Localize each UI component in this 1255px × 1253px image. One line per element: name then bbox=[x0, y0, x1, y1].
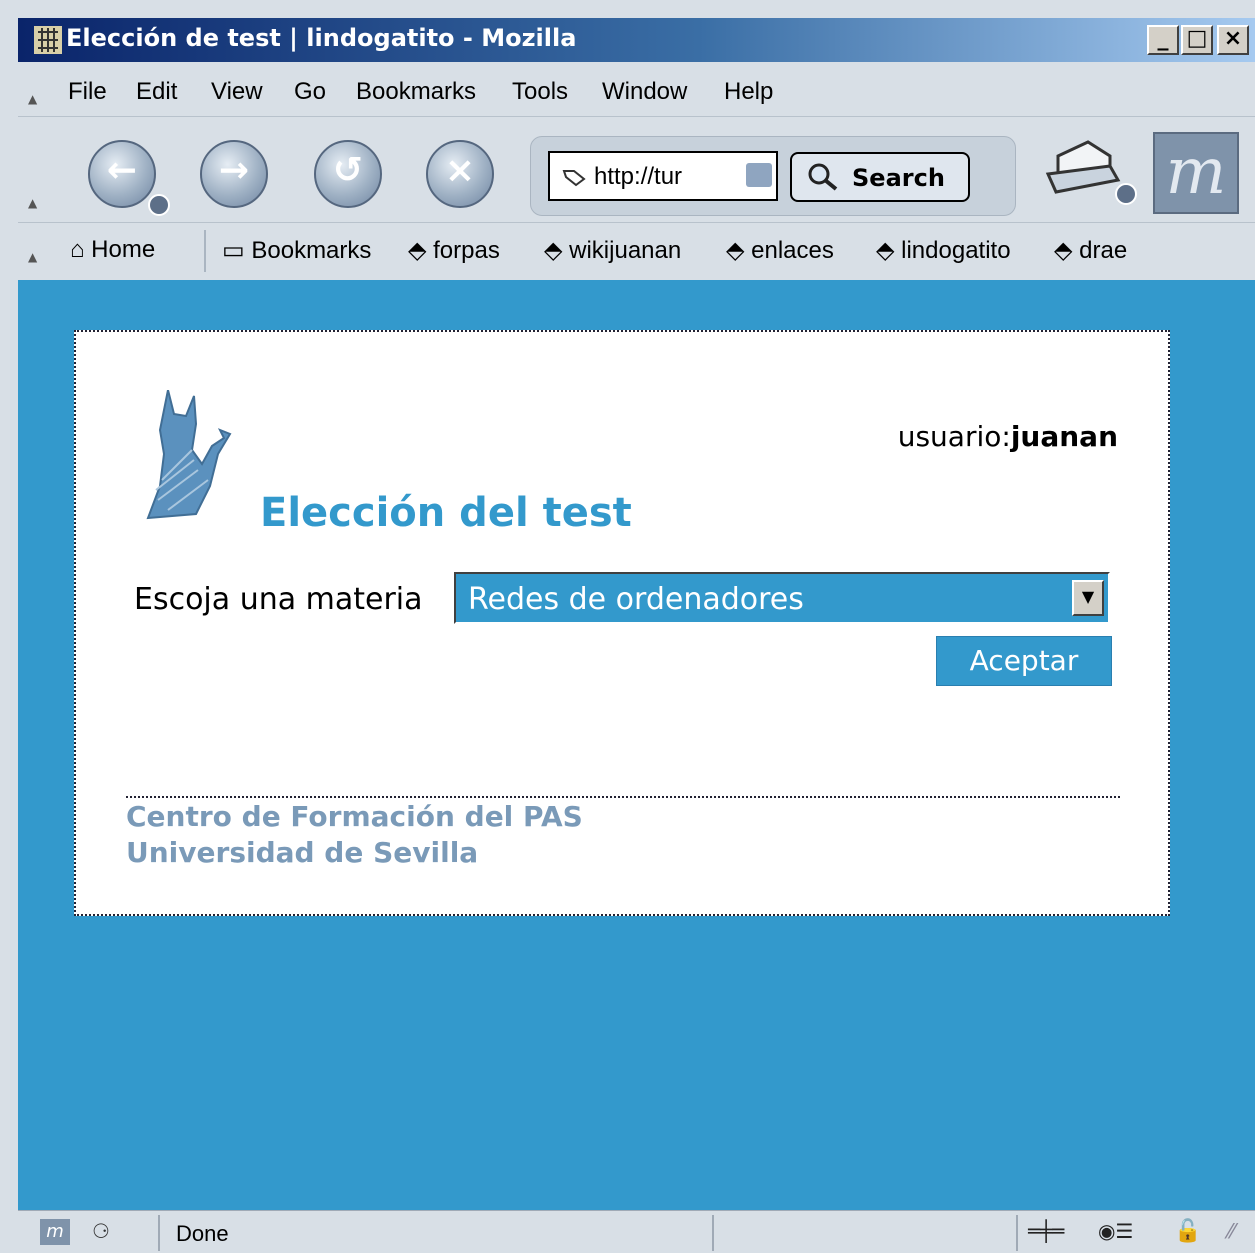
chevron-down-icon[interactable]: ▼ bbox=[1072, 580, 1104, 616]
bookmark-label: enlaces bbox=[751, 237, 834, 264]
back-arrow-icon: ← bbox=[106, 150, 138, 191]
magnifier-icon bbox=[808, 163, 838, 191]
menu-view[interactable]: View bbox=[211, 78, 263, 106]
subject-label: Escoja una materia bbox=[134, 582, 423, 617]
url-input[interactable]: http://tur bbox=[548, 151, 778, 201]
security-lock-icon[interactable]: 🔓 bbox=[1174, 1219, 1214, 1245]
test-selection-card: usuario:juanan Elección del test Escoja … bbox=[74, 330, 1170, 916]
toolbar-separator bbox=[204, 230, 206, 272]
personal-toolbar: ▲ ⌂ Home ▭ Bookmarks ⬘ forpas ⬘ wikijuan… bbox=[18, 224, 1255, 278]
bookmark-tag-icon bbox=[562, 170, 586, 187]
accept-button[interactable]: Aceptar bbox=[936, 636, 1112, 686]
forward-button[interactable]: → bbox=[200, 140, 268, 208]
browser-window: Elección de test | lindogatito - Mozilla… bbox=[0, 0, 1255, 1253]
url-text: http://tur bbox=[594, 163, 683, 190]
stop-button[interactable]: × bbox=[426, 140, 494, 208]
bookmark-tag-icon: ⬘ bbox=[408, 237, 427, 264]
search-button[interactable]: Search bbox=[790, 152, 970, 202]
status-text: Done bbox=[176, 1221, 229, 1246]
search-label: Search bbox=[852, 164, 945, 192]
bookmark-tag-icon: ⬘ bbox=[876, 237, 895, 264]
menu-go[interactable]: Go bbox=[294, 78, 326, 106]
status-separator bbox=[1016, 1215, 1018, 1251]
component-bar-icon[interactable]: ⚆ bbox=[92, 1219, 132, 1245]
bookmark-tag-icon: ⬘ bbox=[726, 237, 745, 264]
home-icon: ⌂ bbox=[70, 236, 85, 263]
page-content: usuario:juanan Elección del test Escoja … bbox=[18, 280, 1255, 1210]
menu-tools[interactable]: Tools bbox=[512, 78, 568, 106]
bookmark-label: forpas bbox=[433, 237, 500, 264]
subject-select[interactable]: Redes de ordenadores ▼ bbox=[454, 572, 1110, 624]
bookmark-wikijuanan[interactable]: ⬘ wikijuanan bbox=[544, 236, 681, 265]
back-button[interactable]: ← bbox=[88, 140, 156, 208]
home-button[interactable]: ⌂ Home bbox=[70, 236, 155, 264]
mozilla-throbber-icon[interactable]: m bbox=[1153, 132, 1239, 214]
navigation-toolbar: ▲ ← → ↺ × http://tur Search m bbox=[18, 118, 1255, 223]
cat-logo-icon bbox=[146, 390, 232, 520]
status-bar: m ⚆ Done ═╪═ ◉☰ 🔓 ⁄⁄ bbox=[18, 1210, 1255, 1253]
privacy-eye-icon[interactable]: ◉☰ bbox=[1098, 1219, 1148, 1245]
folder-icon: ▭ bbox=[222, 237, 245, 264]
menu-window[interactable]: Window bbox=[602, 78, 687, 106]
url-dropdown-icon[interactable] bbox=[746, 163, 772, 187]
close-button[interactable]: × bbox=[1217, 25, 1249, 55]
minimize-button[interactable]: _ bbox=[1147, 25, 1179, 55]
forward-arrow-icon: → bbox=[218, 150, 250, 191]
toolbar-grip-icon[interactable]: ▲ bbox=[28, 196, 42, 210]
bookmark-label: wikijuanan bbox=[569, 237, 682, 264]
current-user: usuario:juanan bbox=[898, 420, 1118, 453]
mozilla-status-icon[interactable]: m bbox=[40, 1219, 70, 1245]
mozilla-app-icon[interactable] bbox=[34, 26, 62, 54]
footer-org: Centro de Formación del PAS bbox=[126, 800, 583, 833]
bookmarks-button[interactable]: ▭ Bookmarks bbox=[222, 236, 371, 265]
bookmark-drae[interactable]: ⬘ drae bbox=[1054, 236, 1127, 265]
user-name: juanan bbox=[1010, 420, 1118, 453]
reload-icon: ↺ bbox=[332, 150, 364, 191]
reload-button[interactable]: ↺ bbox=[314, 140, 382, 208]
menu-file[interactable]: File bbox=[68, 78, 107, 106]
title-bar: Elección de test | lindogatito - Mozilla… bbox=[18, 18, 1255, 62]
maximize-button[interactable]: □ bbox=[1181, 25, 1213, 55]
bookmark-enlaces[interactable]: ⬘ enlaces bbox=[726, 236, 834, 265]
bookmark-forpas[interactable]: ⬘ forpas bbox=[408, 236, 500, 265]
stop-icon: × bbox=[444, 150, 476, 191]
bookmarks-label: Bookmarks bbox=[251, 237, 372, 264]
page-title: Elección del test bbox=[260, 490, 632, 536]
bookmark-tag-icon: ⬘ bbox=[544, 237, 563, 264]
status-separator bbox=[712, 1215, 714, 1251]
online-status-icon[interactable]: ═╪═ bbox=[1028, 1219, 1078, 1245]
bookmark-lindogatito[interactable]: ⬘ lindogatito bbox=[876, 236, 1011, 265]
menu-bookmarks[interactable]: Bookmarks bbox=[356, 78, 476, 106]
back-history-dropdown-icon[interactable] bbox=[148, 194, 170, 216]
home-label: Home bbox=[91, 236, 156, 263]
menu-edit[interactable]: Edit bbox=[136, 78, 177, 106]
print-icon[interactable] bbox=[1038, 136, 1138, 206]
menu-bar: ▲ File Edit View Go Bookmarks Tools Wind… bbox=[18, 66, 1255, 117]
subject-selected-value: Redes de ordenadores bbox=[468, 582, 804, 617]
bookmark-label: drae bbox=[1079, 237, 1128, 264]
status-separator bbox=[158, 1215, 160, 1251]
menu-help[interactable]: Help bbox=[724, 78, 773, 106]
toolbar-grip-icon[interactable]: ▲ bbox=[28, 250, 42, 264]
bookmark-tag-icon: ⬘ bbox=[1054, 237, 1073, 264]
bookmark-label: lindogatito bbox=[901, 237, 1011, 264]
footer-university: Universidad de Sevilla bbox=[126, 836, 479, 869]
toolbar-grip-icon[interactable]: ▲ bbox=[28, 92, 42, 106]
resize-grip-icon[interactable]: ⁄⁄ bbox=[1228, 1219, 1248, 1245]
user-label: usuario: bbox=[897, 420, 1011, 453]
window-title: Elección de test | lindogatito - Mozilla bbox=[66, 24, 577, 52]
footer-divider bbox=[126, 796, 1120, 798]
